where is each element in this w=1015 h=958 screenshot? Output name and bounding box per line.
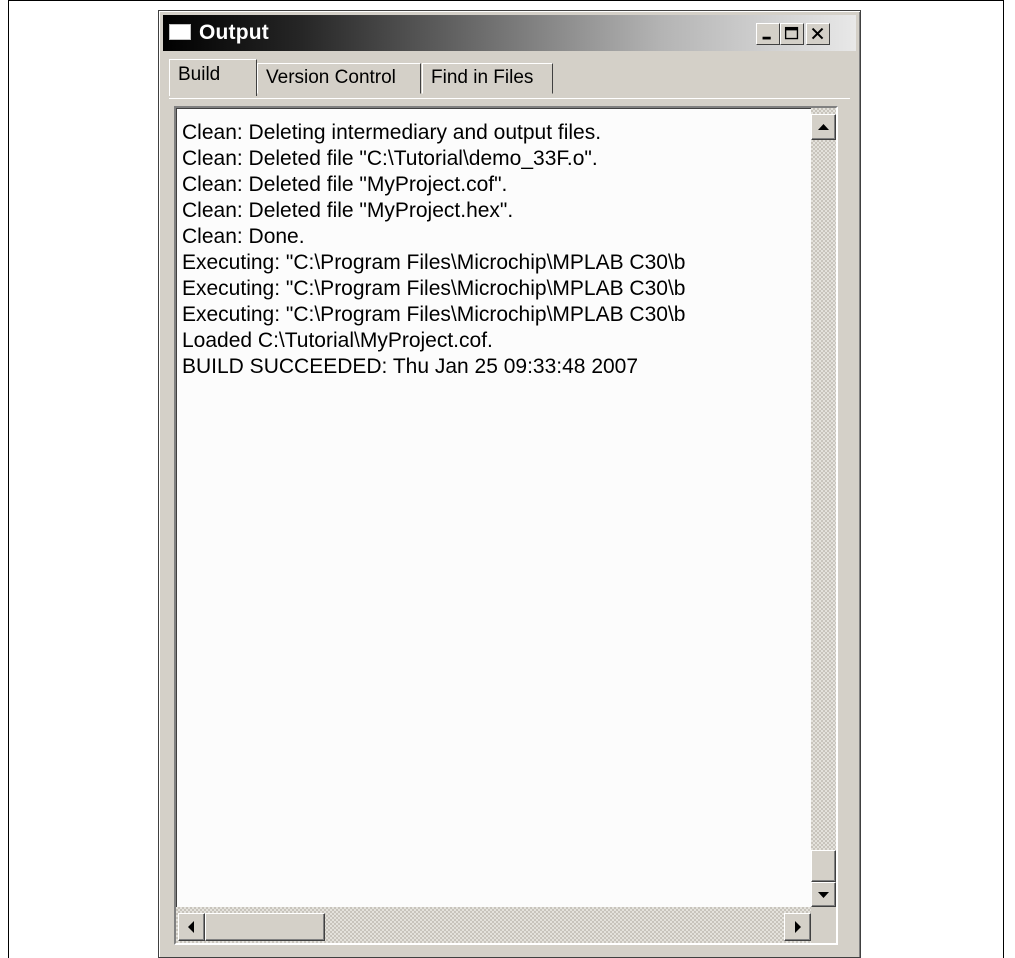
output-line: Clean: Done. [182,225,305,248]
build-output-pane[interactable]: Clean: Deleting intermediary and output … [174,106,838,945]
output-line: Clean: Deleted file "MyProject.hex". [182,199,514,222]
output-line: Clean: Deleted file "MyProject.cof". [182,173,508,196]
minimize-icon [762,36,771,40]
scroll-left-button[interactable] [178,913,205,941]
vertical-scrollbar[interactable] [811,108,836,907]
output-line: Loaded C:\Tutorial\MyProject.cof. [182,329,493,352]
output-lines: Clean: Deleting intermediary and output … [182,120,808,380]
tab-strip: Build Version Control Find in Files [169,55,850,97]
tab-panel-edge [169,98,850,99]
arrow-right-icon [795,921,801,933]
arrow-down-icon [818,892,829,898]
scroll-down-button[interactable] [811,882,836,907]
close-icon [811,27,824,40]
tab-build[interactable]: Build [169,59,257,96]
tab-find-in-files-label: Find in Files [431,67,534,88]
output-line: Executing: "C:\Program Files\Microchip\M… [182,251,686,274]
maximize-button[interactable] [780,23,804,45]
tab-build-label: Build [178,64,221,85]
maximize-icon [784,26,799,40]
tab-version-control-label: Version Control [266,67,396,88]
output-line: BUILD SUCCEEDED: Thu Jan 25 09:33:48 200… [182,355,639,378]
arrow-up-icon [818,124,829,130]
arrow-left-icon [188,921,194,933]
output-line: Executing: "C:\Program Files\Microchip\M… [182,277,686,300]
vertical-scroll-thumb[interactable] [811,850,836,882]
horizontal-scrollbar[interactable] [176,907,811,943]
window-icon [169,24,191,40]
minimize-button[interactable] [756,23,780,45]
output-line: Clean: Deleting intermediary and output … [182,121,602,144]
window-title: Output [199,21,270,44]
tab-version-control[interactable]: Version Control [257,63,421,94]
close-button[interactable] [806,23,830,45]
title-bar[interactable]: Output [163,15,856,51]
tab-find-in-files[interactable]: Find in Files [422,63,553,94]
output-text-area[interactable]: Clean: Deleting intermediary and output … [176,108,811,907]
output-window: Output Build Version Control Find in Fil… [158,10,861,958]
scroll-right-button[interactable] [784,913,811,941]
scrollbar-corner [811,907,836,943]
scroll-up-button[interactable] [811,114,836,140]
output-line: Executing: "C:\Program Files\Microchip\M… [182,303,686,326]
horizontal-scroll-thumb[interactable] [205,913,325,941]
output-line: Clean: Deleted file "C:\Tutorial\demo_33… [182,147,598,170]
